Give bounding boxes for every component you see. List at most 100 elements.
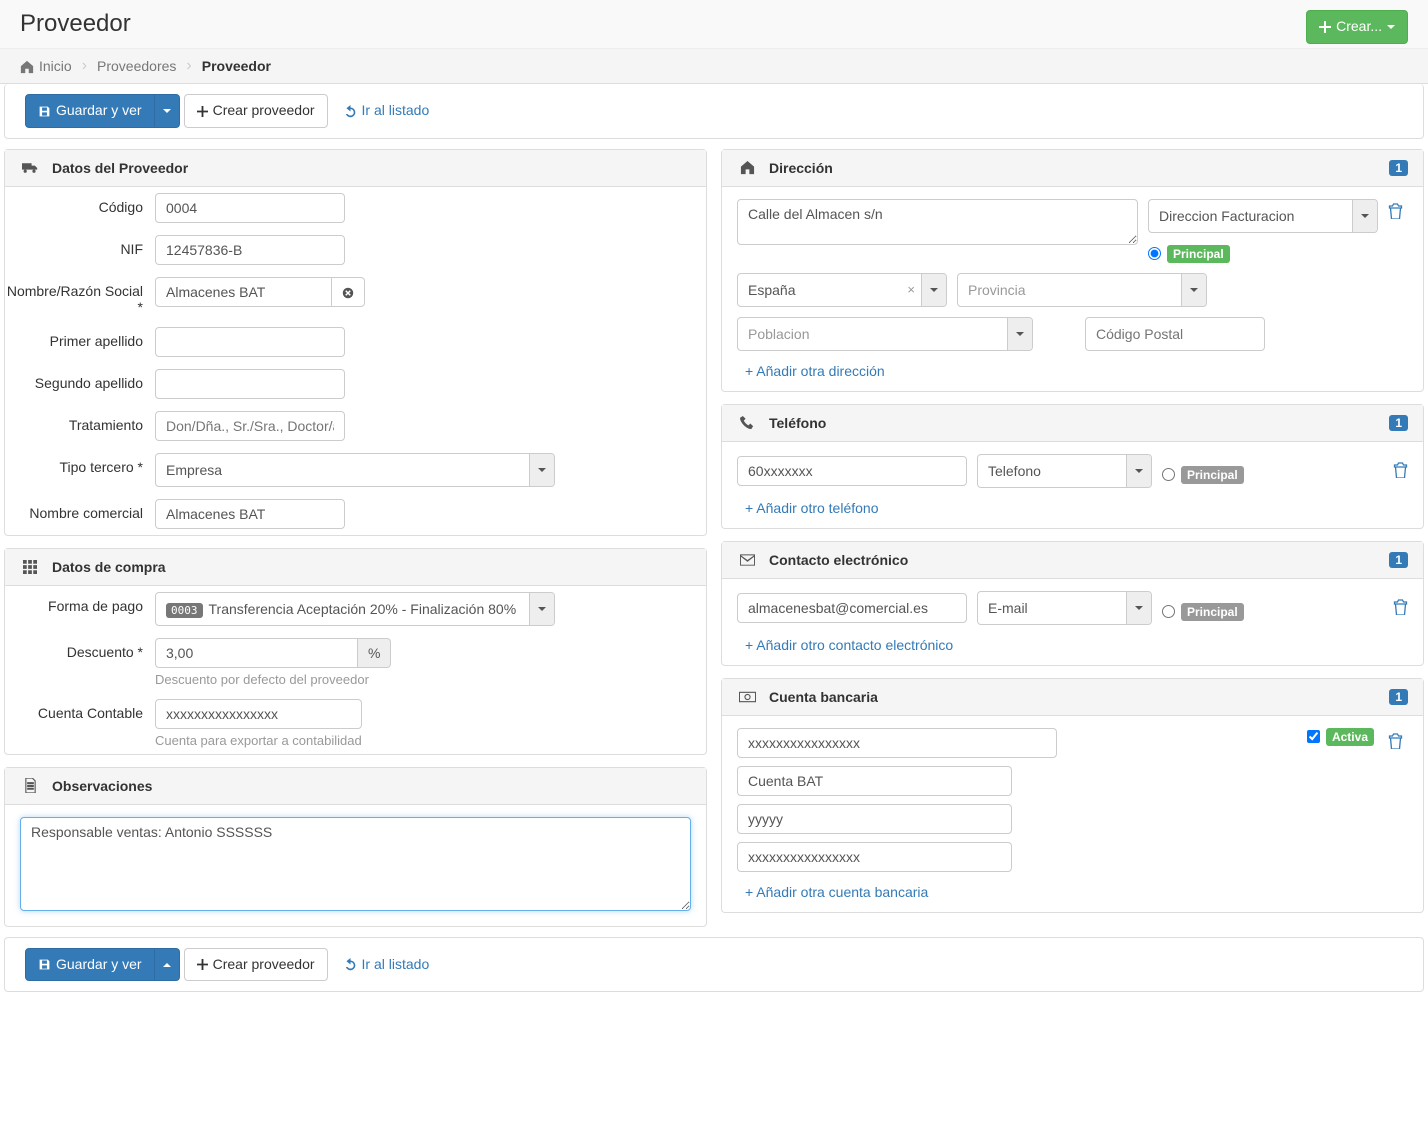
back-to-list-label-bottom: Ir al listado xyxy=(362,955,430,975)
caret-up-icon xyxy=(163,955,171,975)
purchase-panel-title: Datos de compra xyxy=(52,559,166,575)
supplier-data-panel: Datos del Proveedor Código NIF Nombre/Ra… xyxy=(4,149,707,536)
contact-principal-radio[interactable] xyxy=(1162,605,1175,618)
breadcrumb-current: Proveedor xyxy=(202,58,271,74)
percent-addon: % xyxy=(358,638,391,668)
clear-icon xyxy=(342,284,354,300)
save-button[interactable]: Guardar y ver xyxy=(25,94,155,128)
observations-textarea[interactable] xyxy=(20,817,691,911)
save-icon xyxy=(38,101,51,121)
caret-down-icon xyxy=(1126,592,1151,624)
phone-type-value: Telefono xyxy=(978,457,1126,485)
apellido2-input[interactable] xyxy=(155,369,345,399)
apellido2-label: Segundo apellido xyxy=(5,369,155,391)
forma-select[interactable]: 0003Transferencia Aceptación 20% - Final… xyxy=(155,592,555,626)
bank-name-input[interactable] xyxy=(737,766,1012,796)
add-address-link[interactable]: + Añadir otra dirección xyxy=(745,363,885,379)
save-button-bottom[interactable]: Guardar y ver xyxy=(25,948,155,982)
phone-type-select[interactable]: Telefono xyxy=(977,454,1152,488)
tipo-select[interactable]: Empresa xyxy=(155,453,555,487)
grid-icon xyxy=(20,560,40,574)
nombre-clear-button[interactable] xyxy=(332,277,365,307)
bank-count-badge: 1 xyxy=(1389,689,1408,705)
home-icon xyxy=(737,160,757,175)
cuenta-input[interactable] xyxy=(155,699,362,729)
observations-panel-title: Observaciones xyxy=(52,778,152,794)
contact-panel-title: Contacto electrónico xyxy=(769,552,908,568)
tratamiento-label: Tratamiento xyxy=(5,411,155,433)
bank-panel-title: Cuenta bancaria xyxy=(769,689,878,705)
country-value: España xyxy=(738,276,901,304)
bank-swift-input[interactable] xyxy=(737,804,1012,834)
save-button-bottom-label: Guardar y ver xyxy=(56,955,142,975)
forma-text: Transferencia Aceptación 20% - Finalizac… xyxy=(209,601,517,617)
province-select[interactable]: Provincia xyxy=(957,273,1207,307)
nif-input[interactable] xyxy=(155,235,345,265)
phone-principal-radio[interactable] xyxy=(1162,468,1175,481)
phone-icon xyxy=(737,415,757,430)
envelope-icon xyxy=(737,554,757,566)
bank-active-checkbox[interactable] xyxy=(1307,730,1320,743)
page-title: Proveedor xyxy=(20,10,1408,38)
document-icon xyxy=(20,778,40,793)
trash-icon xyxy=(1393,599,1408,616)
plus-icon xyxy=(1319,17,1331,37)
city-select[interactable]: Poblacion xyxy=(737,317,1033,351)
comercial-input[interactable] xyxy=(155,499,345,529)
create-supplier-label: Crear proveedor xyxy=(213,101,315,121)
back-to-list-link[interactable]: Ir al listado xyxy=(332,95,442,127)
back-to-list-link-bottom[interactable]: Ir al listado xyxy=(332,949,442,981)
breadcrumb: Inicio Proveedores Proveedor xyxy=(0,49,1428,84)
back-to-list-label: Ir al listado xyxy=(362,101,430,121)
create-dropdown-button[interactable]: Crear... xyxy=(1306,10,1408,44)
contact-type-select[interactable]: E-mail xyxy=(977,591,1152,625)
phone-delete-button[interactable] xyxy=(1393,462,1408,480)
trash-icon xyxy=(1388,203,1403,220)
phone-input[interactable] xyxy=(737,456,967,486)
email-input[interactable] xyxy=(737,593,967,623)
purchase-data-panel: Datos de compra Forma de pago 0003Transf… xyxy=(4,548,707,755)
caret-down-icon xyxy=(1352,200,1377,232)
bank-other-input[interactable] xyxy=(737,842,1012,872)
breadcrumb-home[interactable]: Inicio xyxy=(20,57,97,75)
bank-delete-button[interactable] xyxy=(1388,728,1408,749)
address-principal-radio[interactable] xyxy=(1148,247,1161,260)
add-bank-link[interactable]: + Añadir otra cuenta bancaria xyxy=(745,884,928,900)
breadcrumb-list-link[interactable]: Proveedores xyxy=(97,58,176,74)
caret-down-icon xyxy=(1007,318,1032,350)
codigo-input[interactable] xyxy=(155,193,345,223)
tipo-label: Tipo tercero * xyxy=(5,453,155,475)
nombre-input[interactable] xyxy=(155,277,332,307)
postal-code-input[interactable] xyxy=(1085,317,1265,351)
create-supplier-button[interactable]: Crear proveedor xyxy=(184,94,328,128)
phone-panel: Teléfono 1 Telefono Principal xyxy=(721,404,1424,529)
undo-icon xyxy=(344,101,357,121)
supplier-panel-title: Datos del Proveedor xyxy=(52,160,188,176)
add-phone-link[interactable]: + Añadir otro teléfono xyxy=(745,500,879,516)
save-dropdown-toggle[interactable] xyxy=(155,94,180,128)
descuento-help: Descuento por defecto del proveedor xyxy=(155,672,391,687)
tratamiento-input[interactable] xyxy=(155,411,345,441)
address-principal-badge: Principal xyxy=(1167,245,1230,263)
address-type-select[interactable]: Direccion Facturacion xyxy=(1148,199,1378,233)
nombre-label: Nombre/Razón Social * xyxy=(5,277,155,315)
comercial-label: Nombre comercial xyxy=(5,499,155,521)
descuento-input[interactable] xyxy=(155,638,358,668)
save-icon xyxy=(38,955,51,975)
contact-count-badge: 1 xyxy=(1389,552,1408,568)
create-supplier-button-bottom[interactable]: Crear proveedor xyxy=(184,948,328,982)
bank-number-input[interactable] xyxy=(737,728,1057,758)
contact-delete-button[interactable] xyxy=(1393,599,1408,617)
address-count-badge: 1 xyxy=(1389,160,1408,176)
nif-label: NIF xyxy=(5,235,155,257)
breadcrumb-home-link[interactable]: Inicio xyxy=(39,58,72,74)
country-select[interactable]: España × xyxy=(737,273,947,307)
breadcrumb-list[interactable]: Proveedores xyxy=(97,57,202,75)
forma-select-value: 0003Transferencia Aceptación 20% - Final… xyxy=(156,595,529,623)
add-contact-link[interactable]: + Añadir otro contacto electrónico xyxy=(745,637,953,653)
address-textarea[interactable] xyxy=(737,199,1138,245)
save-dropdown-toggle-bottom[interactable] xyxy=(155,948,180,982)
address-delete-button[interactable] xyxy=(1388,199,1408,221)
apellido1-input[interactable] xyxy=(155,327,345,357)
country-clear-button[interactable]: × xyxy=(901,282,921,297)
